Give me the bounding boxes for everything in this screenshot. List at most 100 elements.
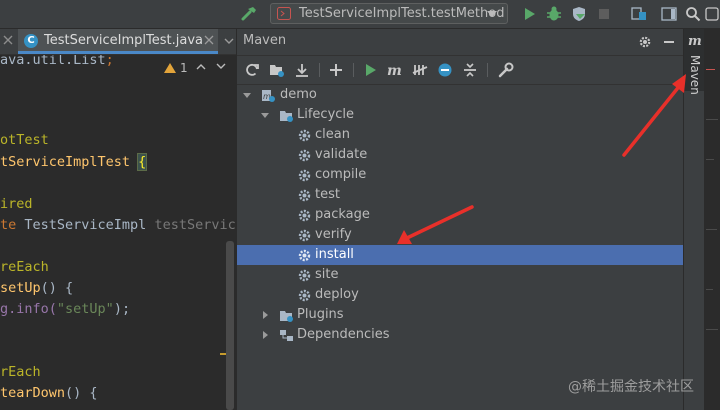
- project-structure-icon[interactable]: [630, 5, 648, 23]
- toolbar-separator: [319, 63, 320, 77]
- tree-node-goal-install[interactable]: install: [237, 245, 683, 265]
- minimap-mark: [706, 119, 718, 120]
- maven-settings-wrench-icon[interactable]: [497, 61, 515, 79]
- close-icon[interactable]: [2, 34, 14, 46]
- editor-scrollbar[interactable]: [226, 241, 234, 410]
- run-icon[interactable]: [520, 5, 538, 23]
- chevron-down-icon[interactable]: [216, 63, 226, 70]
- chevron-right-icon[interactable]: [261, 311, 269, 319]
- minimap-mark: [706, 69, 715, 70]
- coverage-shield-icon[interactable]: [570, 5, 588, 23]
- run-toolbar: TestServiceImplTest.testMethod: [0, 0, 720, 29]
- search-icon[interactable]: [684, 5, 702, 23]
- tree-node-goal-deploy[interactable]: deploy: [237, 285, 683, 305]
- maven-icon: m: [688, 34, 702, 49]
- tree-node-label: Lifecycle: [297, 107, 355, 122]
- tree-node-label: deploy: [315, 287, 359, 302]
- code-line: g.info("setUp");: [0, 301, 131, 317]
- tree-node-goal-test[interactable]: test: [237, 185, 683, 205]
- tree-node-label: clean: [315, 127, 350, 142]
- download-sources-icon[interactable]: [293, 61, 311, 79]
- maven-tool-window: Maven m m demo Lifecycle clean validate …: [236, 29, 683, 410]
- java-class-icon: C: [24, 34, 38, 48]
- gear-icon: [298, 149, 311, 162]
- close-icon[interactable]: [204, 35, 214, 45]
- inspection-warning-indicator[interactable]: 1: [164, 61, 188, 75]
- tree-node-dependencies[interactable]: Dependencies: [237, 325, 683, 345]
- svg-text:m: m: [387, 63, 402, 79]
- code-line: setUp() {: [0, 280, 74, 296]
- code-line: otTest: [0, 132, 49, 148]
- ide-updates-icon[interactable]: [704, 5, 720, 23]
- gear-icon: [298, 189, 311, 202]
- tree-node-label: install: [315, 247, 354, 262]
- editor-tab-testserviceimpltest[interactable]: C TestServiceImplTest.java: [18, 29, 218, 54]
- maven-side-tab[interactable]: m Maven: [684, 29, 704, 95]
- minimap-mark: [706, 229, 717, 230]
- debug-bug-icon[interactable]: [545, 5, 563, 23]
- tree-node-goal-site[interactable]: site: [237, 265, 683, 285]
- tree-node-label: Dependencies: [297, 327, 390, 342]
- watermark: @稀土掘金技术社区: [568, 379, 694, 395]
- collapse-all-icon[interactable]: [461, 61, 479, 79]
- toggle-offline-mode-icon[interactable]: [411, 61, 429, 79]
- add-maven-project-icon[interactable]: [268, 61, 286, 79]
- execute-maven-goal-icon[interactable]: m: [386, 61, 404, 79]
- run-configuration-select[interactable]: TestServiceImplTest.testMethod: [270, 3, 508, 24]
- tree-node-label: validate: [315, 147, 368, 162]
- maven-side-tab-label: Maven: [688, 55, 702, 95]
- maven-header: Maven: [237, 29, 683, 56]
- tree-node-goal-validate[interactable]: validate: [237, 145, 683, 165]
- panel-layout-icon[interactable]: [660, 5, 678, 23]
- add-icon[interactable]: [327, 61, 345, 79]
- gear-icon: [298, 249, 311, 262]
- tree-node-label: verify: [315, 227, 352, 242]
- tree-node-goal-verify[interactable]: verify: [237, 225, 683, 245]
- minimap-mark: [706, 159, 714, 160]
- chevron-right-icon[interactable]: [261, 331, 269, 339]
- minimize-icon[interactable]: [662, 35, 676, 49]
- tree-node-goal-clean[interactable]: clean: [237, 125, 683, 145]
- tree-node-label: demo: [280, 87, 317, 102]
- code-line: rEach: [0, 364, 41, 380]
- toolbar-separator: [487, 63, 488, 77]
- code-editor[interactable]: ava.util.List; 1 otTest tServiceImplTest…: [0, 55, 236, 410]
- tree-node-demo[interactable]: m demo: [237, 85, 683, 105]
- right-tool-strip: m Maven: [683, 29, 704, 410]
- skip-tests-icon[interactable]: [436, 61, 454, 79]
- chevron-down-icon[interactable]: [243, 91, 251, 99]
- minimap-mark: [706, 329, 718, 330]
- reload-icon[interactable]: [243, 61, 261, 79]
- gear-icon: [298, 129, 311, 142]
- chevron-up-icon[interactable]: [196, 63, 206, 70]
- maven-title: Maven: [243, 33, 287, 48]
- editor-tab-bar: C TestServiceImplTest.java: [0, 29, 236, 55]
- run-maven-build-icon[interactable]: [361, 61, 379, 79]
- warning-icon: [164, 63, 176, 73]
- code-line: tearDown() {: [0, 385, 98, 401]
- junit-config-icon: [277, 7, 291, 20]
- code-line: tServiceImplTest {: [0, 153, 148, 171]
- tree-node-lifecycle[interactable]: Lifecycle: [237, 105, 683, 125]
- minimap-edge: [704, 29, 720, 410]
- lifecycle-folder-icon: [280, 111, 293, 122]
- tree-node-goal-package[interactable]: package: [237, 205, 683, 225]
- tab-overflow-icon[interactable]: [222, 34, 236, 48]
- build-hammer-icon[interactable]: [240, 5, 258, 23]
- code-line: ava.util.List;: [0, 55, 114, 68]
- tree-node-label: Plugins: [297, 307, 344, 322]
- run-configuration-label: TestServiceImplTest.testMethod: [299, 6, 505, 21]
- tree-node-goal-compile[interactable]: compile: [237, 165, 683, 185]
- tree-node-label: compile: [315, 167, 367, 182]
- gear-icon: [298, 269, 311, 282]
- stop-icon[interactable]: [595, 5, 613, 23]
- gear-icon: [298, 229, 311, 242]
- chevron-down-icon: [487, 11, 497, 17]
- plugins-folder-icon: [280, 311, 293, 322]
- tree-node-label: package: [315, 207, 370, 222]
- chevron-down-icon[interactable]: [261, 111, 269, 119]
- gear-icon[interactable]: [638, 35, 652, 49]
- tree-node-label: site: [315, 267, 339, 282]
- code-line: reEach: [0, 259, 49, 275]
- tree-node-plugins[interactable]: Plugins: [237, 305, 683, 325]
